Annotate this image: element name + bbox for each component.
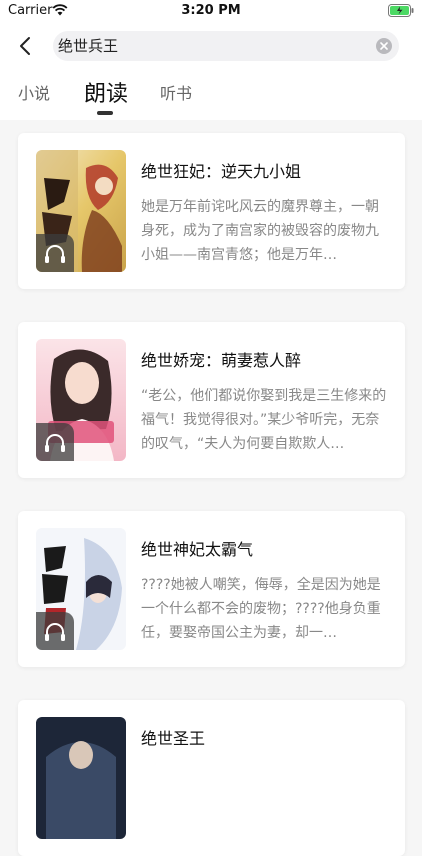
book-cover	[36, 528, 126, 650]
book-cover	[36, 150, 126, 272]
headphones-icon	[36, 612, 74, 650]
tab-novel[interactable]: 小说	[18, 80, 50, 104]
search-field[interactable]	[53, 31, 399, 61]
book-description: “老公，他们都说你娶到我是三生修来的福气！我觉得很对。”某少爷听完，无奈的叹气，…	[141, 388, 387, 452]
book-description: 她是万年前诧叱风云的魔界尊主，一朝身死，成为了南宫家的被毁容的废物九小姐——南宫…	[141, 199, 379, 263]
category-tabs: 小说 朗读 听书	[0, 70, 422, 120]
tab-indicator	[97, 111, 113, 115]
clock: 3:20 PM	[181, 3, 241, 18]
headphones-icon	[36, 234, 74, 272]
book-description: ????她被人嘲笑，侮辱，全是因为她是一个什么都不会的废物；????他身负重任，…	[141, 577, 381, 641]
tab-audiobook[interactable]: 听书	[160, 80, 192, 104]
book-card[interactable]: 绝世圣王	[18, 700, 405, 856]
book-title: 绝世圣王	[141, 729, 206, 748]
book-title: 绝世神妃太霸气	[141, 540, 254, 559]
search-input[interactable]	[58, 36, 358, 54]
status-bar: Carrier 3:20 PM	[0, 0, 422, 22]
search-bar	[0, 22, 422, 70]
battery-icon	[388, 4, 414, 17]
book-title: 绝世娇宠：萌妻惹人醉	[141, 351, 302, 370]
tab-reading[interactable]: 朗读	[84, 76, 128, 108]
book-title: 绝世狂妃：逆天九小姐	[141, 162, 302, 181]
book-cover-art	[36, 717, 126, 839]
chevron-left-icon[interactable]	[14, 34, 38, 58]
book-cover	[36, 717, 126, 839]
headphones-icon	[36, 423, 74, 461]
book-card[interactable]: 绝世娇宠：萌妻惹人醉 “老公，他们都说你娶到我是三生修来的福气！我觉得很对。”某…	[18, 322, 405, 478]
clear-icon[interactable]	[376, 38, 392, 54]
book-card[interactable]: 绝世神妃太霸气 ????她被人嘲笑，侮辱，全是因为她是一个什么都不会的废物；??…	[18, 511, 405, 667]
book-card[interactable]: 绝世狂妃：逆天九小姐 她是万年前诧叱风云的魔界尊主，一朝身死，成为了南宫家的被毁…	[18, 133, 405, 289]
book-cover	[36, 339, 126, 461]
